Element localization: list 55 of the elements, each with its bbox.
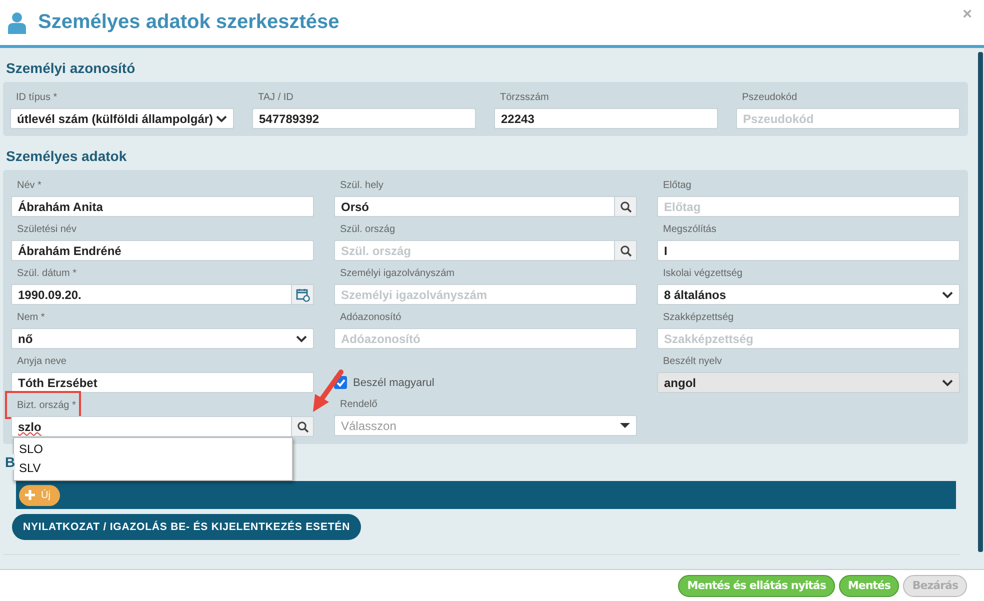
search-field[interactable]: Orsó [334, 196, 615, 217]
search-button[interactable] [615, 196, 637, 217]
plus-icon [24, 489, 36, 501]
text-field[interactable]: Tóth Erzsébet [11, 372, 314, 393]
text-field[interactable]: Ábrahám Anita [11, 196, 314, 217]
text-field[interactable]: 22243 [494, 108, 718, 129]
field-label: Születési név [16, 223, 76, 237]
chevron-down-icon [942, 290, 953, 298]
field-label: Előtag [662, 179, 692, 193]
window-title: Személyes adatok szerkesztése [38, 11, 340, 34]
field-label: Szül. hely [339, 179, 384, 193]
search-icon [620, 200, 632, 212]
text-field[interactable]: I [657, 240, 960, 261]
dropdown-icon [620, 423, 630, 428]
field-label: Rendelő [339, 398, 378, 412]
field-label: Nem * [16, 311, 45, 325]
field-label: Pszeudokód [741, 91, 798, 105]
field-label: Személyi igazolványszám [339, 267, 454, 281]
checkbox-label: Beszél magyarul [353, 376, 434, 388]
field-label: Bizt. ország * [8, 394, 78, 416]
field-label: Adóazonosító [339, 311, 402, 325]
date-field[interactable]: 1990.09.20. [11, 284, 292, 305]
field-label: Szül. ország [339, 223, 396, 237]
field-label: Név * [16, 179, 42, 193]
field-label: Anyja neve [16, 355, 66, 369]
select-field[interactable]: nő [11, 328, 314, 349]
select-field[interactable]: útlevél szám (külföldi állampolgár) [10, 108, 234, 129]
field-label: Törzsszám [499, 91, 549, 105]
field-label: Beszélt nyelv [662, 355, 722, 369]
field-label: TAJ / ID [257, 91, 294, 105]
select-field[interactable]: 8 általános [657, 284, 960, 305]
chevron-down-icon [216, 114, 227, 122]
search-field[interactable]: szlo [11, 416, 292, 437]
section-title: Személyi azonosító [5, 59, 136, 78]
section-title: B [5, 454, 16, 470]
field-label: Szakképzettség [662, 311, 734, 325]
field-label: ID típus * [15, 91, 58, 105]
field-label: Szül. dátum * [16, 267, 76, 281]
field-label: Iskolai végzettség [662, 267, 742, 281]
text-field[interactable]: Ábrahám Endréné [11, 240, 314, 261]
section-title: Személyes adatok [5, 147, 128, 166]
suggestion-item[interactable]: SLO [14, 440, 292, 459]
person-icon [8, 12, 26, 34]
field-label: Megszólítás [662, 223, 716, 237]
search-button[interactable] [292, 416, 314, 437]
chevron-down-icon [942, 378, 953, 386]
chevron-down-icon [296, 334, 307, 342]
calendar-icon [296, 288, 310, 302]
declaration-button[interactable]: NYILATKOZAT / IGAZOLÁS BE- ÉS KIJELENTKEZÉS ESETÉN [12, 514, 362, 540]
suggestion-item[interactable]: SLV [14, 459, 292, 478]
search-icon [620, 244, 632, 256]
search-button[interactable] [615, 240, 637, 261]
search-icon [296, 420, 308, 432]
text-field[interactable]: 547789392 [252, 108, 476, 129]
calendar-button[interactable] [292, 284, 314, 305]
